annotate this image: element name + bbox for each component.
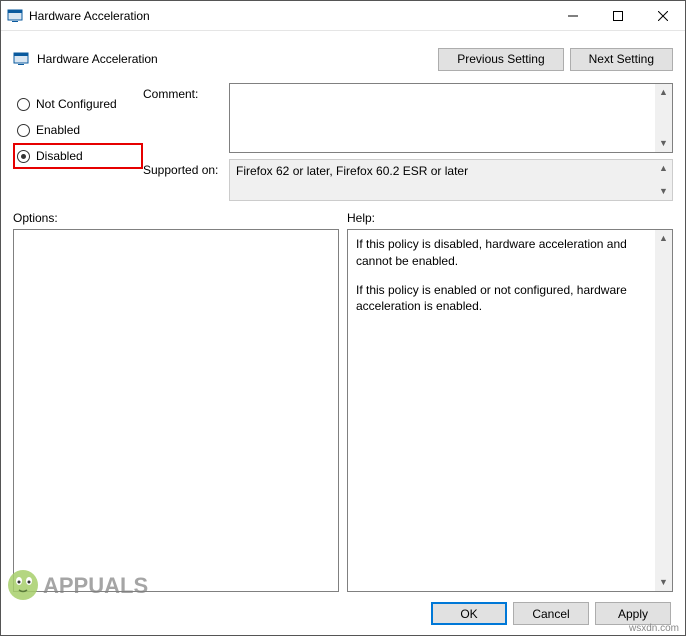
radio-disabled[interactable]: Disabled: [13, 143, 143, 169]
previous-setting-button[interactable]: Previous Setting: [438, 48, 563, 71]
fields-column: Comment: ▲ ▼ Supported on: Firefox 62 or…: [143, 83, 673, 201]
scroll-down-icon: ▼: [655, 183, 672, 200]
radio-label: Disabled: [36, 149, 83, 163]
content-area: Hardware Acceleration Previous Setting N…: [1, 31, 685, 635]
help-box: If this policy is disabled, hardware acc…: [347, 229, 673, 592]
policy-icon: [13, 51, 29, 67]
help-label: Help:: [347, 211, 673, 225]
dialog-window: Hardware Acceleration Hardware Accelerat…: [0, 0, 686, 636]
radio-not-configured[interactable]: Not Configured: [13, 91, 143, 117]
scroll-down-icon: ▼: [655, 574, 672, 591]
window-title: Hardware Acceleration: [29, 9, 150, 23]
radio-icon: [17, 124, 30, 137]
supported-label: Supported on:: [143, 159, 229, 177]
radio-icon: [17, 98, 30, 111]
upper-area: Not Configured Enabled Disabled Comment:: [13, 83, 673, 201]
header-row: Hardware Acceleration Previous Setting N…: [13, 39, 673, 79]
scroll-up-icon: ▲: [655, 84, 672, 101]
minimize-button[interactable]: [550, 1, 595, 30]
scrollbar[interactable]: ▲ ▼: [655, 160, 672, 200]
watermark-text: wsxdn.com: [629, 623, 679, 634]
help-paragraph: If this policy is enabled or not configu…: [356, 282, 650, 316]
options-label: Options:: [13, 211, 339, 225]
options-box: [13, 229, 339, 592]
scrollbar[interactable]: ▲ ▼: [655, 84, 672, 152]
comment-label: Comment:: [143, 83, 229, 101]
app-icon: [7, 8, 23, 24]
lower-area: Options: Help: If this policy is disable…: [13, 211, 673, 592]
supported-row: Supported on: Firefox 62 or later, Firef…: [143, 159, 673, 201]
help-paragraph: If this policy is disabled, hardware acc…: [356, 236, 650, 270]
scrollbar[interactable]: ▲ ▼: [655, 230, 672, 591]
scroll-up-icon: ▲: [655, 160, 672, 177]
comment-textarea[interactable]: ▲ ▼: [229, 83, 673, 153]
next-setting-button[interactable]: Next Setting: [570, 48, 673, 71]
titlebar: Hardware Acceleration: [1, 1, 685, 31]
ok-button[interactable]: OK: [431, 602, 507, 625]
radio-label: Enabled: [36, 123, 80, 137]
supported-value: Firefox 62 or later, Firefox 60.2 ESR or…: [236, 164, 468, 178]
close-button[interactable]: [640, 1, 685, 30]
radio-enabled[interactable]: Enabled: [13, 117, 143, 143]
comment-row: Comment: ▲ ▼: [143, 83, 673, 153]
radio-group: Not Configured Enabled Disabled: [13, 83, 143, 201]
scroll-up-icon: ▲: [655, 230, 672, 247]
apply-button[interactable]: Apply: [595, 602, 671, 625]
scroll-down-icon: ▼: [655, 135, 672, 152]
radio-icon: [17, 150, 30, 163]
radio-label: Not Configured: [36, 97, 117, 111]
options-pane: Options:: [13, 211, 339, 592]
cancel-button[interactable]: Cancel: [513, 602, 589, 625]
page-title: Hardware Acceleration: [37, 52, 158, 66]
dialog-button-row: OK Cancel Apply: [13, 602, 673, 625]
supported-textarea: Firefox 62 or later, Firefox 60.2 ESR or…: [229, 159, 673, 201]
maximize-button[interactable]: [595, 1, 640, 30]
help-pane: Help: If this policy is disabled, hardwa…: [347, 211, 673, 592]
